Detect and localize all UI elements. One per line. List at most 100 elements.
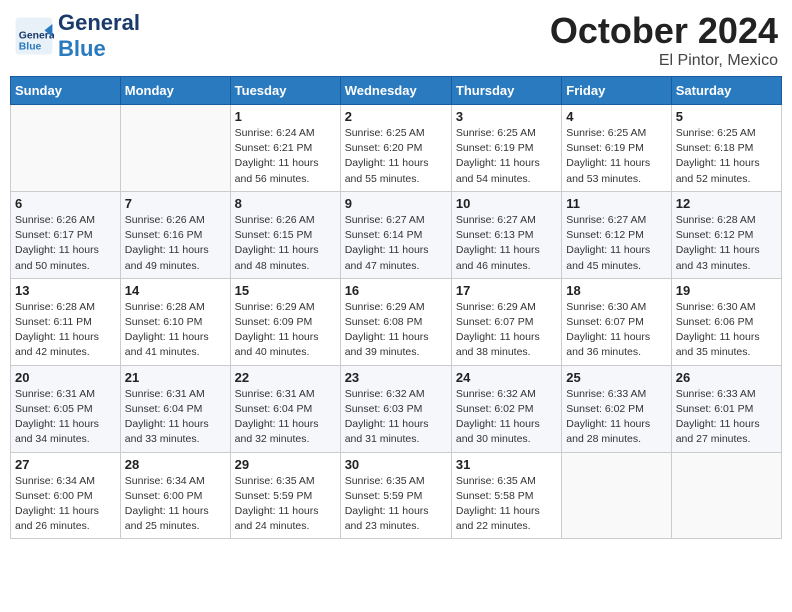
calendar-cell: 1Sunrise: 6:24 AM Sunset: 6:21 PM Daylig… xyxy=(230,105,340,192)
day-info: Sunrise: 6:26 AM Sunset: 6:17 PM Dayligh… xyxy=(15,213,116,274)
day-number: 11 xyxy=(566,196,666,211)
calendar-cell: 13 Sunrise: 6:28 AM Sunset: 6:11 PM Dayli… xyxy=(11,278,121,365)
calendar-cell xyxy=(562,452,671,539)
calendar-cell: 29 Sunrise: 6:35 AM Sunset: 5:59 PM Dayli… xyxy=(230,452,340,539)
header: General Blue General Blue October 2024 E… xyxy=(10,10,782,70)
day-info: Sunrise: 6:33 AM Sunset: 6:01 PM Dayligh… xyxy=(676,387,777,448)
weekday-header: Sunday xyxy=(11,77,121,105)
svg-text:Blue: Blue xyxy=(19,42,42,53)
calendar-header: SundayMondayTuesdayWednesdayThursdayFrid… xyxy=(11,77,782,105)
day-info: Sunrise: 6:25 AM Sunset: 6:20 PM Dayligh… xyxy=(345,126,447,187)
day-info: Sunrise: 6:29 AM Sunset: 6:07 PM Dayligh… xyxy=(456,300,557,361)
calendar-cell: 5Sunrise: 6:25 AM Sunset: 6:18 PM Daylig… xyxy=(671,105,781,192)
day-number: 10 xyxy=(456,196,557,211)
day-number: 21 xyxy=(125,370,226,385)
day-number: 6 xyxy=(15,196,116,211)
calendar-cell: 22 Sunrise: 6:31 AM Sunset: 6:04 PM Dayli… xyxy=(230,365,340,452)
day-info: Sunrise: 6:34 AM Sunset: 6:00 PM Dayligh… xyxy=(125,474,226,535)
logo-text: General Blue xyxy=(58,10,140,62)
day-number: 23 xyxy=(345,370,447,385)
calendar-cell: 25 Sunrise: 6:33 AM Sunset: 6:02 PM Dayli… xyxy=(562,365,671,452)
calendar-cell: 6 Sunrise: 6:26 AM Sunset: 6:17 PM Daylig… xyxy=(11,191,121,278)
calendar-cell: 23 Sunrise: 6:32 AM Sunset: 6:03 PM Dayli… xyxy=(340,365,451,452)
day-number: 1 xyxy=(235,109,336,124)
day-number: 18 xyxy=(566,283,666,298)
day-number: 22 xyxy=(235,370,336,385)
day-number: 26 xyxy=(676,370,777,385)
day-number: 13 xyxy=(15,283,116,298)
weekday-header: Tuesday xyxy=(230,77,340,105)
calendar-cell: 20 Sunrise: 6:31 AM Sunset: 6:05 PM Dayli… xyxy=(11,365,121,452)
day-number: 20 xyxy=(15,370,116,385)
day-info: Sunrise: 6:29 AM Sunset: 6:08 PM Dayligh… xyxy=(345,300,447,361)
day-number: 3 xyxy=(456,109,557,124)
calendar-cell: 26 Sunrise: 6:33 AM Sunset: 6:01 PM Dayli… xyxy=(671,365,781,452)
calendar-cell xyxy=(671,452,781,539)
day-info: Sunrise: 6:27 AM Sunset: 6:14 PM Dayligh… xyxy=(345,213,447,274)
day-info: Sunrise: 6:30 AM Sunset: 6:06 PM Dayligh… xyxy=(676,300,777,361)
day-number: 5 xyxy=(676,109,777,124)
calendar-cell xyxy=(120,105,230,192)
day-info: Sunrise: 6:26 AM Sunset: 6:15 PM Dayligh… xyxy=(235,213,336,274)
day-number: 24 xyxy=(456,370,557,385)
day-info: Sunrise: 6:26 AM Sunset: 6:16 PM Dayligh… xyxy=(125,213,226,274)
calendar-cell: 3Sunrise: 6:25 AM Sunset: 6:19 PM Daylig… xyxy=(451,105,561,192)
day-number: 9 xyxy=(345,196,447,211)
day-number: 27 xyxy=(15,457,116,472)
day-info: Sunrise: 6:27 AM Sunset: 6:12 PM Dayligh… xyxy=(566,213,666,274)
day-number: 30 xyxy=(345,457,447,472)
calendar-week: 20 Sunrise: 6:31 AM Sunset: 6:05 PM Dayli… xyxy=(11,365,782,452)
day-info: Sunrise: 6:31 AM Sunset: 6:04 PM Dayligh… xyxy=(125,387,226,448)
day-info: Sunrise: 6:31 AM Sunset: 6:04 PM Dayligh… xyxy=(235,387,336,448)
weekday-header: Monday xyxy=(120,77,230,105)
day-number: 29 xyxy=(235,457,336,472)
day-info: Sunrise: 6:28 AM Sunset: 6:11 PM Dayligh… xyxy=(15,300,116,361)
calendar-cell: 28Sunrise: 6:34 AM Sunset: 6:00 PM Dayli… xyxy=(120,452,230,539)
day-number: 12 xyxy=(676,196,777,211)
calendar-week: 27 Sunrise: 6:34 AM Sunset: 6:00 PM Dayli… xyxy=(11,452,782,539)
calendar-week: 6 Sunrise: 6:26 AM Sunset: 6:17 PM Daylig… xyxy=(11,191,782,278)
day-number: 16 xyxy=(345,283,447,298)
calendar-cell xyxy=(11,105,121,192)
day-number: 14 xyxy=(125,283,226,298)
calendar-cell: 16 Sunrise: 6:29 AM Sunset: 6:08 PM Dayli… xyxy=(340,278,451,365)
weekday-row: SundayMondayTuesdayWednesdayThursdayFrid… xyxy=(11,77,782,105)
day-info: Sunrise: 6:34 AM Sunset: 6:00 PM Dayligh… xyxy=(15,474,116,535)
location: El Pintor, Mexico xyxy=(550,52,778,70)
calendar-cell: 19 Sunrise: 6:30 AM Sunset: 6:06 PM Dayli… xyxy=(671,278,781,365)
calendar-cell: 18 Sunrise: 6:30 AM Sunset: 6:07 PM Dayli… xyxy=(562,278,671,365)
day-info: Sunrise: 6:29 AM Sunset: 6:09 PM Dayligh… xyxy=(235,300,336,361)
calendar-cell: 7 Sunrise: 6:26 AM Sunset: 6:16 PM Daylig… xyxy=(120,191,230,278)
day-number: 31 xyxy=(456,457,557,472)
day-number: 25 xyxy=(566,370,666,385)
weekday-header: Thursday xyxy=(451,77,561,105)
calendar: SundayMondayTuesdayWednesdayThursdayFrid… xyxy=(10,76,782,539)
weekday-header: Saturday xyxy=(671,77,781,105)
day-info: Sunrise: 6:32 AM Sunset: 6:02 PM Dayligh… xyxy=(456,387,557,448)
logo-icon: General Blue xyxy=(14,16,54,56)
calendar-cell: 24 Sunrise: 6:32 AM Sunset: 6:02 PM Dayli… xyxy=(451,365,561,452)
day-number: 15 xyxy=(235,283,336,298)
logo: General Blue General Blue xyxy=(14,10,140,62)
calendar-cell: 27 Sunrise: 6:34 AM Sunset: 6:00 PM Dayli… xyxy=(11,452,121,539)
day-info: Sunrise: 6:35 AM Sunset: 5:58 PM Dayligh… xyxy=(456,474,557,535)
calendar-cell: 10 Sunrise: 6:27 AM Sunset: 6:13 PM Dayli… xyxy=(451,191,561,278)
day-info: Sunrise: 6:35 AM Sunset: 5:59 PM Dayligh… xyxy=(345,474,447,535)
calendar-cell: 11 Sunrise: 6:27 AM Sunset: 6:12 PM Dayli… xyxy=(562,191,671,278)
day-info: Sunrise: 6:35 AM Sunset: 5:59 PM Dayligh… xyxy=(235,474,336,535)
day-info: Sunrise: 6:33 AM Sunset: 6:02 PM Dayligh… xyxy=(566,387,666,448)
day-info: Sunrise: 6:32 AM Sunset: 6:03 PM Dayligh… xyxy=(345,387,447,448)
day-number: 7 xyxy=(125,196,226,211)
day-number: 8 xyxy=(235,196,336,211)
day-info: Sunrise: 6:30 AM Sunset: 6:07 PM Dayligh… xyxy=(566,300,666,361)
calendar-cell: 15 Sunrise: 6:29 AM Sunset: 6:09 PM Dayli… xyxy=(230,278,340,365)
day-number: 17 xyxy=(456,283,557,298)
day-info: Sunrise: 6:27 AM Sunset: 6:13 PM Dayligh… xyxy=(456,213,557,274)
day-number: 19 xyxy=(676,283,777,298)
day-info: Sunrise: 6:31 AM Sunset: 6:05 PM Dayligh… xyxy=(15,387,116,448)
calendar-week: 13 Sunrise: 6:28 AM Sunset: 6:11 PM Dayli… xyxy=(11,278,782,365)
day-number: 2 xyxy=(345,109,447,124)
day-info: Sunrise: 6:25 AM Sunset: 6:19 PM Dayligh… xyxy=(566,126,666,187)
day-info: Sunrise: 6:28 AM Sunset: 6:10 PM Dayligh… xyxy=(125,300,226,361)
calendar-cell: 8 Sunrise: 6:26 AM Sunset: 6:15 PM Daylig… xyxy=(230,191,340,278)
